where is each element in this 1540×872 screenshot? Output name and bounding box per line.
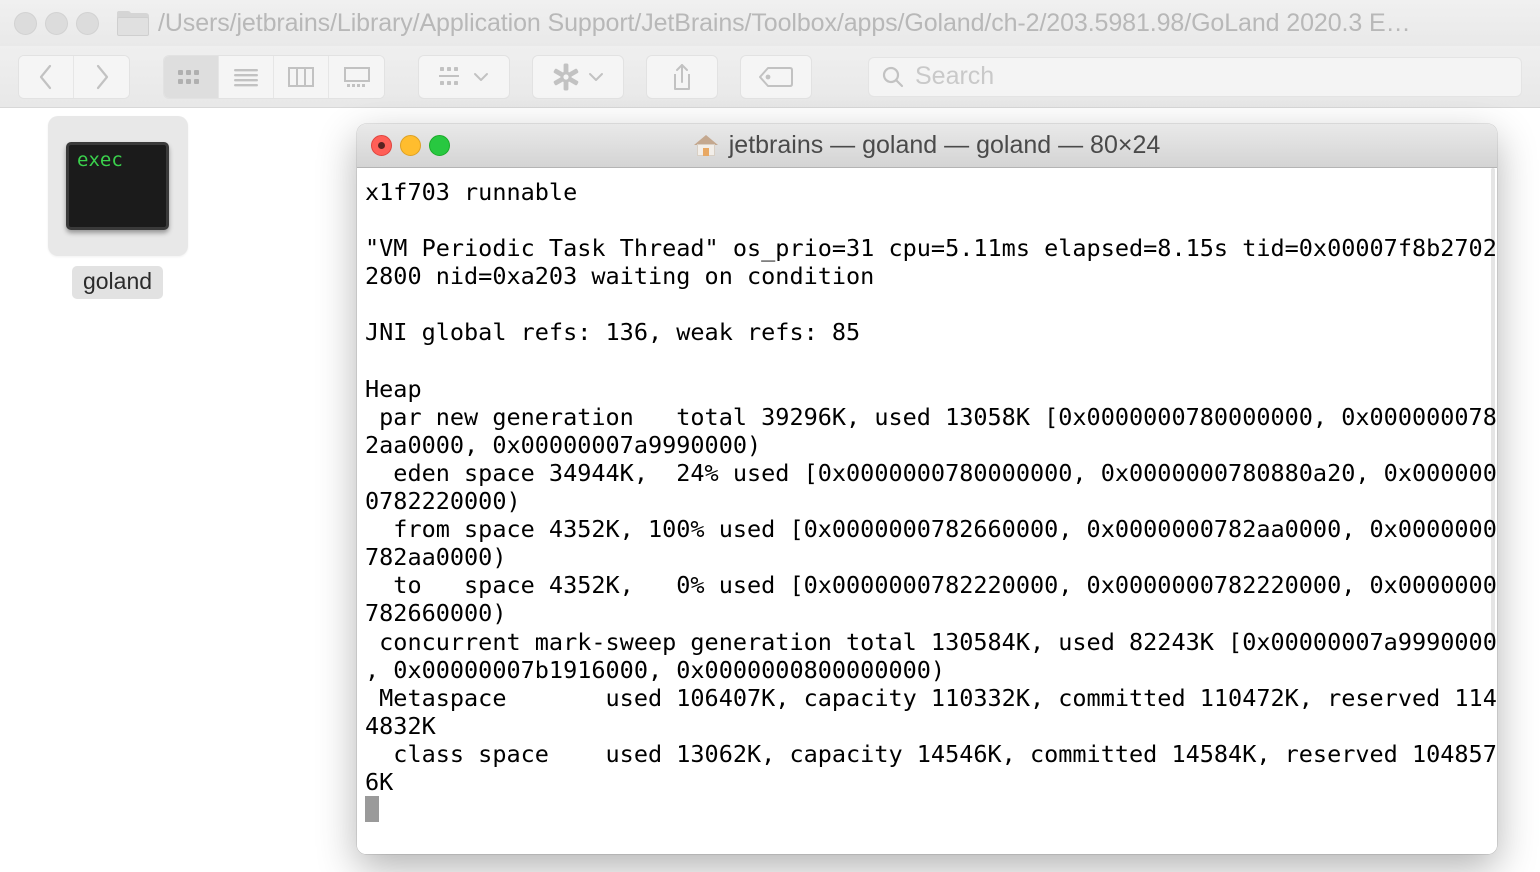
file-name-label: goland [71, 266, 164, 299]
share-button[interactable] [646, 54, 718, 99]
gear-icon [553, 63, 579, 90]
list-view-icon [234, 68, 258, 86]
terminal-minimize-button[interactable] [400, 135, 421, 156]
finder-close-button[interactable] [14, 11, 37, 35]
finder-path-breadcrumb: /Users/jetbrains/Library/Application Sup… [117, 9, 1540, 38]
search-input[interactable]: Search [868, 56, 1522, 97]
exec-screen: exec [66, 142, 169, 230]
grid-view-icon [178, 69, 199, 84]
finder-traffic-lights [14, 11, 99, 35]
finder-titlebar: /Users/jetbrains/Library/Application Sup… [0, 0, 1540, 46]
exec-icon-text: exec [77, 149, 123, 171]
gallery-view-icon [343, 66, 370, 87]
terminal-scrollbar-thumb[interactable] [1491, 168, 1495, 648]
terminal-zoom-button[interactable] [429, 135, 450, 156]
home-icon [693, 134, 718, 157]
list-view-button[interactable] [219, 55, 274, 98]
column-view-icon [288, 66, 314, 87]
tag-icon [759, 66, 793, 87]
chevron-down-icon [474, 72, 488, 81]
window-path-title: /Users/jetbrains/Library/Application Sup… [158, 8, 1411, 37]
tags-button[interactable] [740, 54, 812, 99]
finder-toolbar: Search [0, 46, 1540, 108]
chevron-right-icon [96, 64, 108, 89]
terminal-title-text: jetbrains — goland — goland — 80×24 [728, 131, 1161, 159]
finder-zoom-button[interactable] [76, 11, 99, 35]
unix-executable-icon: exec [47, 116, 188, 256]
terminal-cursor [365, 796, 379, 823]
folder-icon [117, 10, 149, 36]
terminal-titlebar[interactable]: jetbrains — goland — goland — 80×24 [357, 124, 1497, 168]
search-placeholder: Search [915, 62, 995, 90]
chevron-left-icon [39, 64, 52, 89]
chevron-down-icon [589, 72, 603, 81]
terminal-close-button[interactable] [371, 135, 392, 156]
view-mode-button-group [163, 54, 385, 99]
column-view-button[interactable] [274, 55, 329, 98]
terminal-output: x1f703 runnable "VM Periodic Task Thread… [365, 178, 1497, 796]
group-by-icon [439, 66, 459, 85]
icon-view-button[interactable] [164, 55, 219, 98]
share-icon [674, 63, 690, 90]
terminal-traffic-lights [371, 135, 450, 156]
terminal-body[interactable]: x1f703 runnable "VM Periodic Task Thread… [357, 168, 1497, 854]
search-icon [882, 66, 904, 87]
finder-minimize-button[interactable] [45, 11, 68, 35]
file-item-goland[interactable]: exec goland [40, 116, 195, 299]
forward-button[interactable] [74, 55, 129, 98]
terminal-title-wrap: jetbrains — goland — goland — 80×24 [357, 131, 1497, 160]
group-by-button[interactable] [418, 54, 510, 99]
action-gear-button[interactable] [532, 54, 624, 99]
terminal-scrollbar[interactable] [1491, 168, 1495, 854]
back-button[interactable] [19, 55, 74, 98]
terminal-window[interactable]: jetbrains — goland — goland — 80×24 x1f7… [357, 124, 1497, 854]
navigation-button-group [18, 54, 130, 99]
gallery-view-button[interactable] [329, 55, 384, 98]
